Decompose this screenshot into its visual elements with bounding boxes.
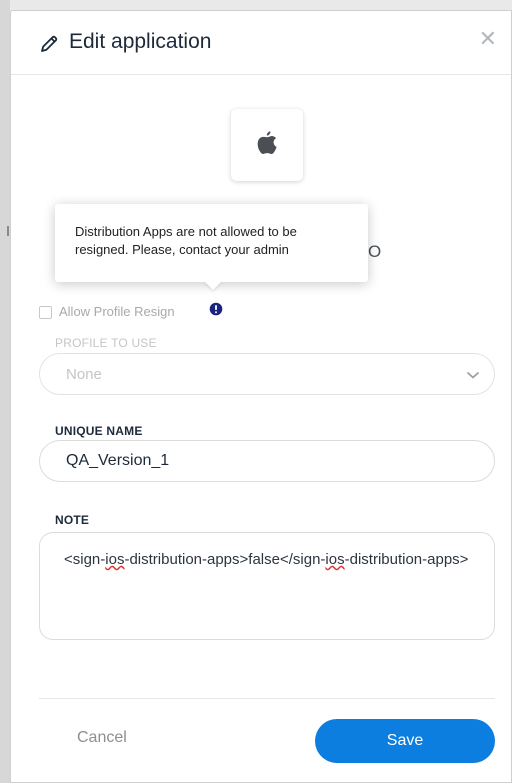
info-icon[interactable]: [209, 302, 223, 316]
note-spellcheck-word: ios: [105, 551, 125, 568]
pencil-icon: [41, 35, 58, 52]
unique-name-input[interactable]: QA_Version_1: [39, 440, 495, 482]
tooltip-text: Distribution Apps are not allowed to be …: [75, 224, 297, 257]
profile-to-use-value: None: [66, 366, 102, 383]
cancel-button[interactable]: Cancel: [77, 729, 127, 747]
unique-name-value: QA_Version_1: [66, 452, 170, 469]
close-icon[interactable]: ✕: [479, 29, 497, 51]
tooltip-arrow: [204, 281, 222, 290]
unique-name-label: UNIQUE NAME: [55, 424, 143, 438]
backdrop: [0, 0, 10, 783]
app-name-partial: O: [368, 242, 382, 261]
app-platform-tile: [231, 109, 303, 181]
note-text-part: <sign-: [64, 551, 106, 568]
dialog-title: Edit application: [69, 30, 212, 53]
edit-application-dialog: Edit application ✕ O Distribution Apps a…: [10, 10, 512, 783]
note-textarea[interactable]: <sign-ios-distribution-apps>false</sign-…: [39, 532, 495, 640]
note-spellcheck-word: ios: [325, 551, 345, 568]
note-text-part: -distribution-apps>false</sign-: [124, 551, 326, 568]
allow-profile-resign-label: Allow Profile Resign: [59, 304, 175, 319]
profile-to-use-label: PROFILE TO USE: [55, 336, 157, 350]
profile-to-use-select[interactable]: None: [39, 353, 495, 395]
footer-divider: [39, 698, 495, 699]
chevron-down-icon: [467, 372, 479, 379]
allow-profile-resign-checkbox[interactable]: [39, 306, 52, 319]
note-text: <sign-ios-distribution-apps>false</sign-…: [64, 550, 470, 569]
note-text-part: -distribution-apps>: [344, 551, 469, 568]
backdrop-tick: [7, 226, 9, 236]
resign-tooltip: Distribution Apps are not allowed to be …: [55, 204, 368, 290]
save-button[interactable]: Save: [315, 719, 495, 763]
apple-icon: [257, 131, 277, 155]
note-label: NOTE: [55, 513, 90, 527]
dialog-header: Edit application ✕: [11, 11, 511, 75]
